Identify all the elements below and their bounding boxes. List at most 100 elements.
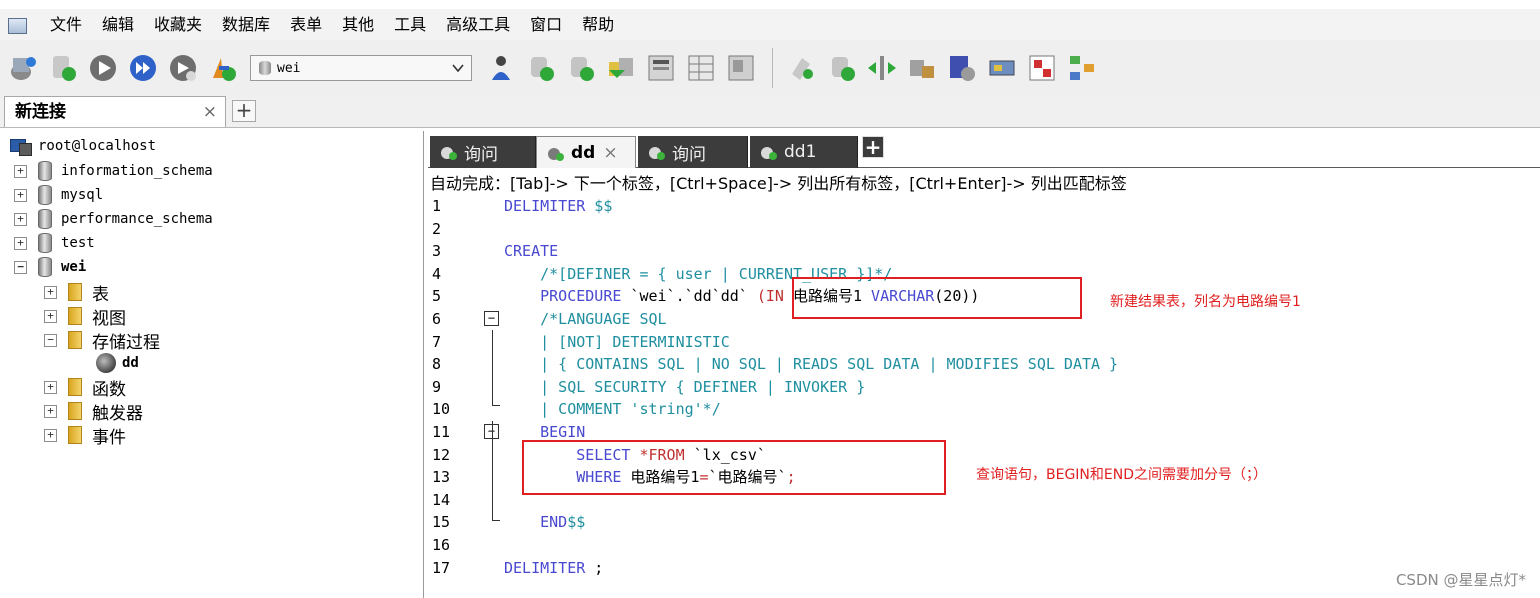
tree-folder-label: 表 — [92, 284, 109, 305]
code-line: 7 | [NOT] DETERMINISTIC — [432, 332, 730, 351]
tree-folder-triggers[interactable]: + 触发器 — [44, 400, 143, 424]
query-tab-dd1[interactable]: dd1 — [750, 136, 858, 168]
menu-file[interactable]: 文件 — [40, 9, 92, 40]
notifications-icon[interactable] — [983, 48, 1021, 88]
menu-edit[interactable]: 编辑 — [92, 9, 144, 40]
database-select[interactable]: wei — [250, 55, 472, 81]
tree-folder-label: 存储过程 — [92, 332, 160, 353]
connection-tab[interactable]: 新连接 × — [4, 96, 226, 127]
expand-icon[interactable]: + — [14, 188, 27, 202]
grid-icon[interactable] — [682, 48, 720, 88]
compare-icon[interactable] — [903, 48, 941, 88]
query-builder-icon[interactable] — [1063, 48, 1101, 88]
sync-icon[interactable] — [863, 48, 901, 88]
database-icon — [38, 161, 52, 181]
user-manager-icon[interactable] — [204, 48, 242, 88]
menu-table[interactable]: 表单 — [280, 9, 332, 40]
expand-icon[interactable]: + — [44, 380, 57, 394]
query-tab-1[interactable]: 询问 — [430, 136, 536, 168]
tree-folder-events[interactable]: + 事件 — [44, 424, 126, 448]
tree-root-label: root@localhost — [38, 138, 157, 154]
import-icon[interactable] — [823, 48, 861, 88]
table-data-icon[interactable] — [642, 48, 680, 88]
close-icon[interactable]: × — [603, 143, 617, 163]
highlight-box-parameter — [792, 277, 1082, 319]
expand-icon[interactable]: + — [44, 285, 57, 299]
collapse-icon[interactable]: − — [44, 333, 57, 347]
annotation-query: 查询语句，BEGIN和END之间需要加分号（；） — [976, 467, 1267, 483]
add-connection-tab-button[interactable]: + — [232, 100, 256, 122]
expand-icon[interactable]: + — [44, 404, 57, 418]
gear-icon — [96, 353, 116, 373]
tree-db-label: wei — [61, 259, 87, 275]
database-icon — [38, 185, 52, 205]
tree-db-information-schema[interactable]: + information_schema — [14, 160, 213, 182]
tree-db-performance-schema[interactable]: + performance_schema — [14, 208, 213, 230]
scheduler-icon[interactable] — [943, 48, 981, 88]
app-icon — [6, 15, 28, 35]
query-tab-label: 询问 — [672, 144, 706, 165]
folder-icon — [68, 283, 82, 301]
close-icon[interactable]: × — [203, 97, 217, 127]
folder-icon — [68, 426, 82, 444]
create-database-icon[interactable] — [522, 48, 560, 88]
user-icon[interactable] — [482, 48, 520, 88]
editor-pane: 询问 dd × 询问 dd1 + 自动完成：[Tab]-> 下一个标签，[Ctr… — [428, 131, 1540, 598]
expand-icon[interactable]: + — [14, 212, 27, 226]
code-line: 16 — [432, 536, 451, 554]
watermark: CSDN @星星点灯* — [1395, 571, 1526, 589]
tree-db-test[interactable]: + test — [14, 232, 95, 254]
create-table-icon[interactable] — [562, 48, 600, 88]
tree-db-wei[interactable]: − wei — [14, 256, 86, 278]
code-line: 1 DELIMITER $$ — [432, 197, 613, 215]
execute-query-icon[interactable] — [84, 48, 122, 88]
fold-guide — [492, 330, 493, 406]
menu-tools[interactable]: 工具 — [384, 9, 436, 40]
procedure-icon — [547, 144, 565, 162]
expand-icon[interactable]: + — [14, 236, 27, 250]
collapse-icon[interactable]: − — [14, 260, 27, 274]
database-select-value: wei — [277, 60, 301, 76]
tree-root[interactable]: root@localhost — [0, 135, 156, 157]
tree-db-mysql[interactable]: + mysql — [14, 184, 103, 206]
execute-all-icon[interactable] — [124, 48, 162, 88]
tree-db-label: mysql — [61, 187, 104, 203]
expand-icon[interactable]: + — [14, 164, 27, 178]
backup-icon[interactable] — [783, 48, 821, 88]
tree-folder-tables[interactable]: + 表 — [44, 281, 109, 305]
expand-icon[interactable]: + — [44, 428, 57, 442]
copy-icon[interactable] — [602, 48, 640, 88]
tree-folder-stored-procedures[interactable]: − 存储过程 — [44, 329, 160, 353]
stop-icon[interactable] — [164, 48, 202, 88]
sql-editor[interactable]: 1 DELIMITER $$ 2 3 CREATE 4 /*[DEFINER = {… — [428, 195, 1540, 598]
procedure-icon — [760, 143, 778, 161]
query-icon — [440, 143, 458, 161]
menu-window[interactable]: 窗口 — [520, 9, 572, 40]
menu-database[interactable]: 数据库 — [212, 9, 280, 40]
fold-icon[interactable]: − — [484, 311, 499, 326]
menu-favorites[interactable]: 收藏夹 — [144, 9, 212, 40]
report-icon[interactable] — [1023, 48, 1061, 88]
menu-help[interactable]: 帮助 — [572, 9, 624, 40]
fold-guide-end — [492, 520, 500, 521]
query-tab-dd[interactable]: dd × — [536, 136, 636, 168]
tree-folder-label: 事件 — [92, 427, 126, 448]
menu-other[interactable]: 其他 — [332, 9, 384, 40]
tree-db-label: performance_schema — [61, 211, 213, 227]
tree-folder-functions[interactable]: + 函数 — [44, 376, 126, 400]
code-line: 2 — [432, 219, 442, 238]
connect-icon[interactable] — [44, 48, 82, 88]
menu-advanced-tools[interactable]: 高级工具 — [436, 9, 520, 40]
query-icon — [648, 143, 666, 161]
chevron-down-icon[interactable] — [451, 61, 465, 75]
code-line: 17 DELIMITER ; — [432, 558, 604, 577]
new-connection-icon[interactable] — [4, 48, 42, 88]
expand-icon[interactable]: + — [44, 309, 57, 323]
object-browser: root@localhost + information_schema + my… — [0, 131, 424, 598]
add-query-tab-button[interactable]: + — [862, 136, 884, 158]
query-tab-3[interactable]: 询问 — [638, 136, 748, 168]
menu-bar: 文件 编辑 收藏夹 数据库 表单 其他 工具 高级工具 窗口 帮助 — [0, 9, 1540, 40]
tree-folder-views[interactable]: + 视图 — [44, 305, 126, 329]
tree-procedure-dd[interactable]: dd — [96, 352, 139, 374]
schema-icon[interactable] — [722, 48, 760, 88]
